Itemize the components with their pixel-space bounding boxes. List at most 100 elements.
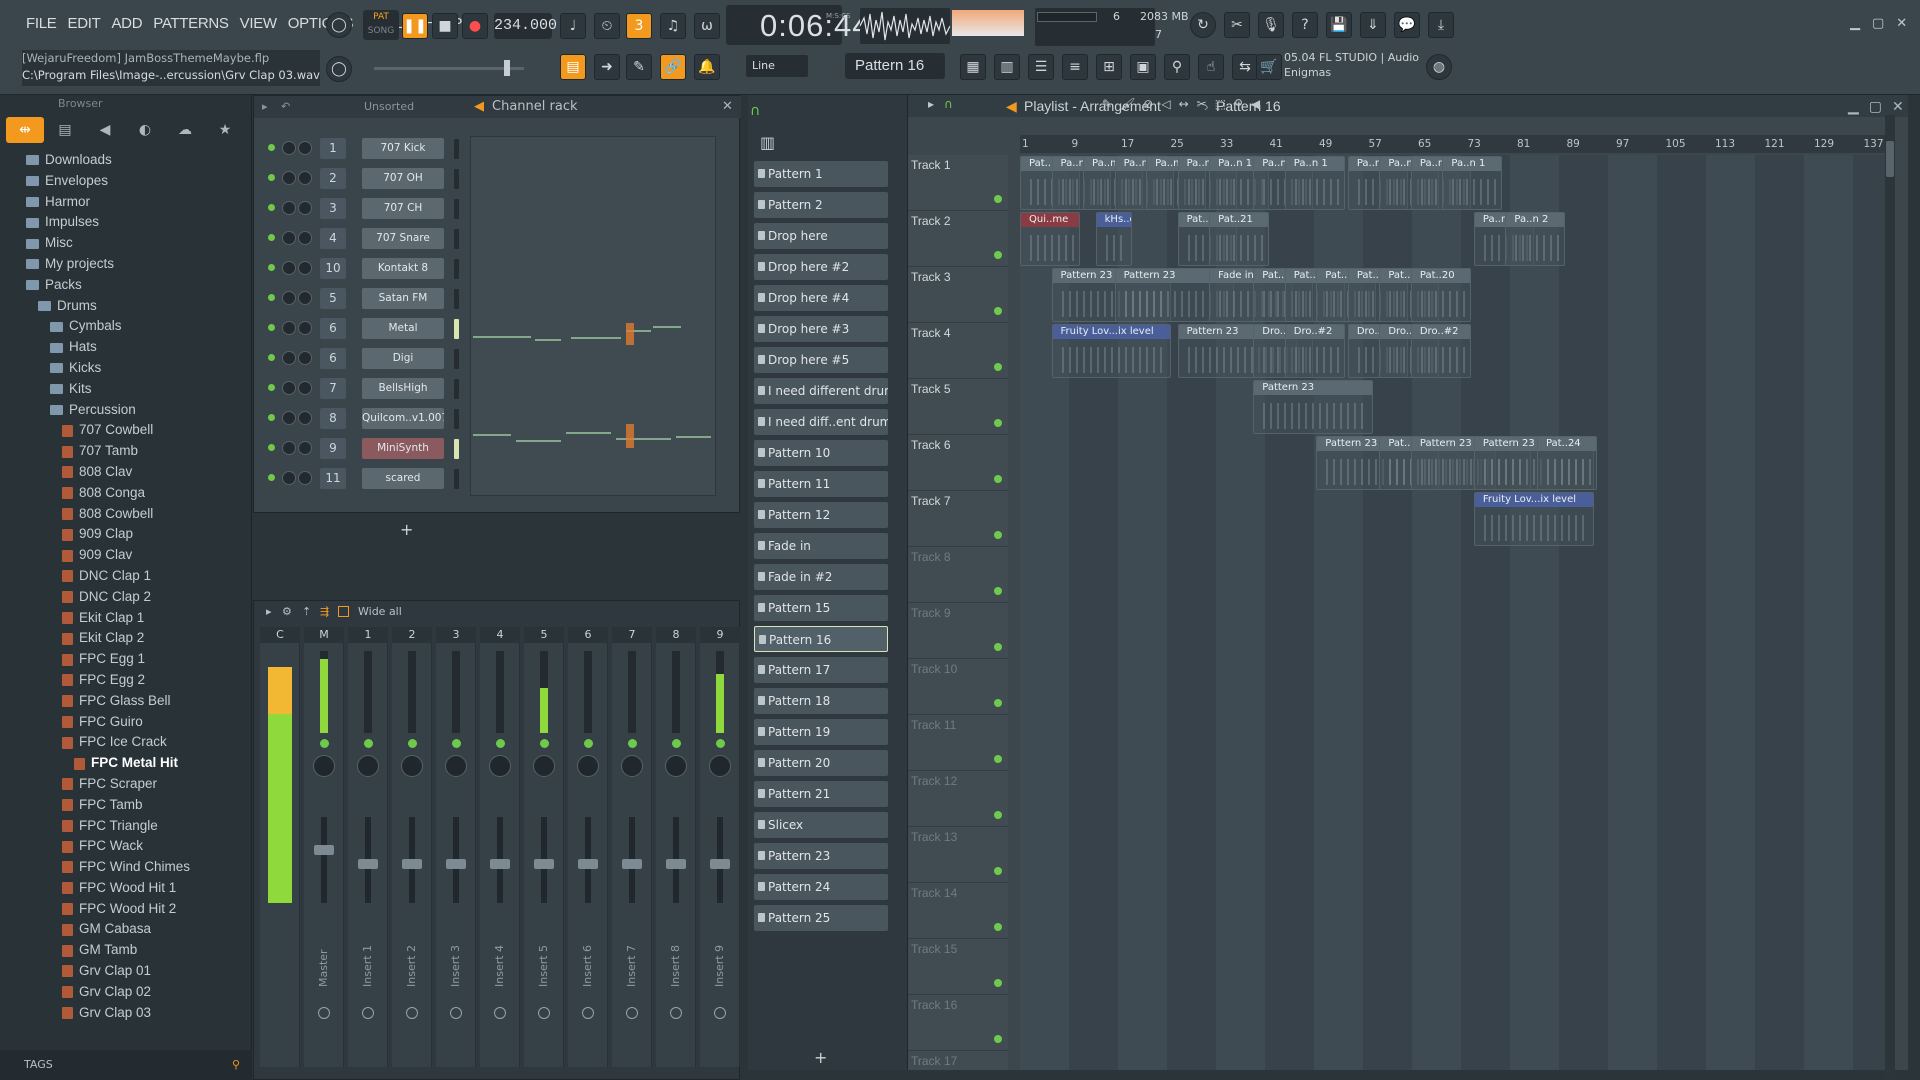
strip-fader-cap[interactable] (534, 859, 554, 869)
cloud-tab-icon[interactable]: ☁ (166, 117, 204, 143)
mixer-strip[interactable]: 4 Insert 4 (480, 627, 520, 1067)
track-enable-led[interactable] (994, 979, 1002, 987)
pattern-item[interactable]: Slicex (754, 812, 888, 838)
playlist-clip[interactable]: Fruity Lov...ix level (1051, 324, 1172, 378)
slip-tool-icon[interactable]: ↔ (1179, 97, 1189, 111)
channel-volume-knob[interactable] (282, 351, 296, 365)
tree-item[interactable]: FPC Metal Hit (0, 753, 250, 774)
channel-mute-led[interactable] (268, 354, 275, 361)
tree-item[interactable]: 707 Tamb (0, 441, 250, 462)
strip-pan-knob[interactable] (665, 755, 687, 777)
channel-name-button[interactable]: 707 Snare (362, 228, 444, 249)
channel-mute-led[interactable] (268, 294, 275, 301)
channel-mute-led[interactable] (268, 474, 275, 481)
step-edit-icon[interactable]: ♫ (660, 13, 686, 39)
mixer-strip[interactable]: C (260, 627, 300, 1067)
channel-mixer-number[interactable]: 10 (320, 258, 346, 279)
brush-tool-icon[interactable]: 🖌 (1120, 97, 1135, 111)
channel-volume-knob[interactable] (282, 261, 296, 275)
mixer-strip[interactable]: 5 Insert 5 (524, 627, 564, 1067)
track-enable-led[interactable] (994, 251, 1002, 259)
mixer-icon[interactable]: ≡ (1062, 54, 1088, 80)
track-enable-led[interactable] (994, 867, 1002, 875)
channel-select-indicator[interactable] (454, 319, 459, 339)
channel-name-button[interactable]: Kontakt 8 (362, 258, 444, 279)
channel-pan-knob[interactable] (298, 351, 312, 365)
tree-item[interactable]: FPC Wind Chimes (0, 857, 250, 878)
channel-pan-knob[interactable] (298, 141, 312, 155)
channel-select-indicator[interactable] (454, 349, 459, 369)
record-icon[interactable]: ● (462, 13, 488, 39)
playlist-scrollbar[interactable] (1885, 115, 1895, 1080)
mixer-strip[interactable]: 3 Insert 3 (436, 627, 476, 1067)
strip-route-icon[interactable] (670, 1007, 682, 1019)
pattern-item[interactable]: Pattern 1 (754, 161, 888, 187)
tree-item[interactable]: FPC Wack (0, 836, 250, 857)
track-header[interactable]: Track 12 (908, 771, 1008, 827)
strip-pan-knob[interactable] (401, 755, 423, 777)
playlist-magnet-icon[interactable]: ∩ (944, 97, 953, 111)
rack-menu-icon[interactable]: ▸ (262, 96, 268, 118)
strip-route-icon[interactable] (582, 1007, 594, 1019)
playlist-grid[interactable]: Pat..12 Pa..n 2 Pa..n 2 Pa..n 1 Pa..n 1 Pa..n… (1020, 155, 1890, 1070)
track-header[interactable]: Track 13 (908, 827, 1008, 883)
channel-name-button[interactable]: Digi (362, 348, 444, 369)
track-enable-led[interactable] (994, 699, 1002, 707)
channel-mute-led[interactable] (268, 444, 275, 451)
channel-name-button[interactable]: MiniSynth (362, 438, 444, 459)
channel-mute-led[interactable] (268, 414, 275, 421)
channel-pan-knob[interactable] (298, 321, 312, 335)
pattern-item[interactable]: Pattern 11 (754, 471, 888, 497)
stop-icon[interactable]: ■ (432, 13, 458, 39)
plugin-icon[interactable]: ⚲ (1164, 54, 1190, 80)
slice-tool-icon[interactable]: ✂ (1197, 97, 1207, 111)
tempo-tap-icon[interactable]: ⇆ (1232, 54, 1258, 80)
pause-icon[interactable]: ❚❚ (402, 13, 428, 39)
timeline-ruler[interactable]: 1 9 17 25 33 41 49 57 65 73 81 89 97 105 113 121 129 137 (1020, 135, 1890, 153)
playlist-play-icon[interactable]: ▸ (928, 97, 934, 111)
touch-icon[interactable]: ☝ (1198, 54, 1224, 80)
strip-route-icon[interactable] (450, 1007, 462, 1019)
strip-route-icon[interactable] (538, 1007, 550, 1019)
master-pitch-slider[interactable] (374, 60, 524, 76)
track-header[interactable]: Track 10 (908, 659, 1008, 715)
mute-tool-icon[interactable]: ◁ (1161, 97, 1170, 111)
plugin-tab-icon[interactable]: ◐ (126, 117, 164, 143)
strip-fader-cap[interactable] (358, 859, 378, 869)
channel-select-indicator[interactable] (454, 139, 459, 159)
pattern-item[interactable]: Pattern 15 (754, 595, 888, 621)
pattern-item[interactable]: Pattern 19 (754, 719, 888, 745)
tree-item[interactable]: Ekit Clap 1 (0, 608, 250, 629)
countdown-icon[interactable]: 3 (626, 13, 652, 39)
delete-tool-icon[interactable]: ⊘ (1143, 97, 1153, 111)
channel-name-button[interactable]: 707 Kick (362, 138, 444, 159)
strip-route-icon[interactable] (494, 1007, 506, 1019)
menu-edit[interactable]: EDIT (67, 15, 100, 32)
playlist-clip[interactable]: Dro..#2 (1410, 324, 1471, 378)
channel-mixer-number[interactable]: 7 (320, 378, 346, 399)
strip-fader-cap[interactable] (666, 859, 686, 869)
minimize-icon[interactable]: ▁ (1848, 95, 1859, 117)
channel-name-button[interactable]: scared (362, 468, 444, 489)
channel-pan-knob[interactable] (298, 381, 312, 395)
channel-select-indicator[interactable] (454, 409, 459, 429)
strip-fader-cap[interactable] (446, 859, 466, 869)
track-enable-led[interactable] (994, 923, 1002, 931)
track-header[interactable]: Track 4 (908, 323, 1008, 379)
piano-roll-icon[interactable]: ▤ (560, 54, 586, 80)
channel-mute-led[interactable] (268, 144, 275, 151)
tree-item[interactable]: DNC Clap 2 (0, 587, 250, 608)
channel-pan-knob[interactable] (298, 411, 312, 425)
magnet-icon[interactable]: ∩ (750, 103, 770, 119)
channel-mixer-number[interactable]: 11 (320, 468, 346, 489)
track-header[interactable]: Track 15 (908, 939, 1008, 995)
channel-mixer-number[interactable]: 5 (320, 288, 346, 309)
track-enable-led[interactable] (994, 475, 1002, 483)
strip-pan-knob[interactable] (709, 755, 731, 777)
channel-pan-knob[interactable] (298, 171, 312, 185)
shop-icon[interactable]: 🛒 (1256, 54, 1282, 80)
strip-pan-knob[interactable] (533, 755, 555, 777)
add-pattern-icon[interactable]: + (814, 1048, 827, 1067)
tree-item[interactable]: Envelopes (0, 171, 250, 192)
playlist-clip[interactable]: Dro..#2 (1284, 324, 1345, 378)
